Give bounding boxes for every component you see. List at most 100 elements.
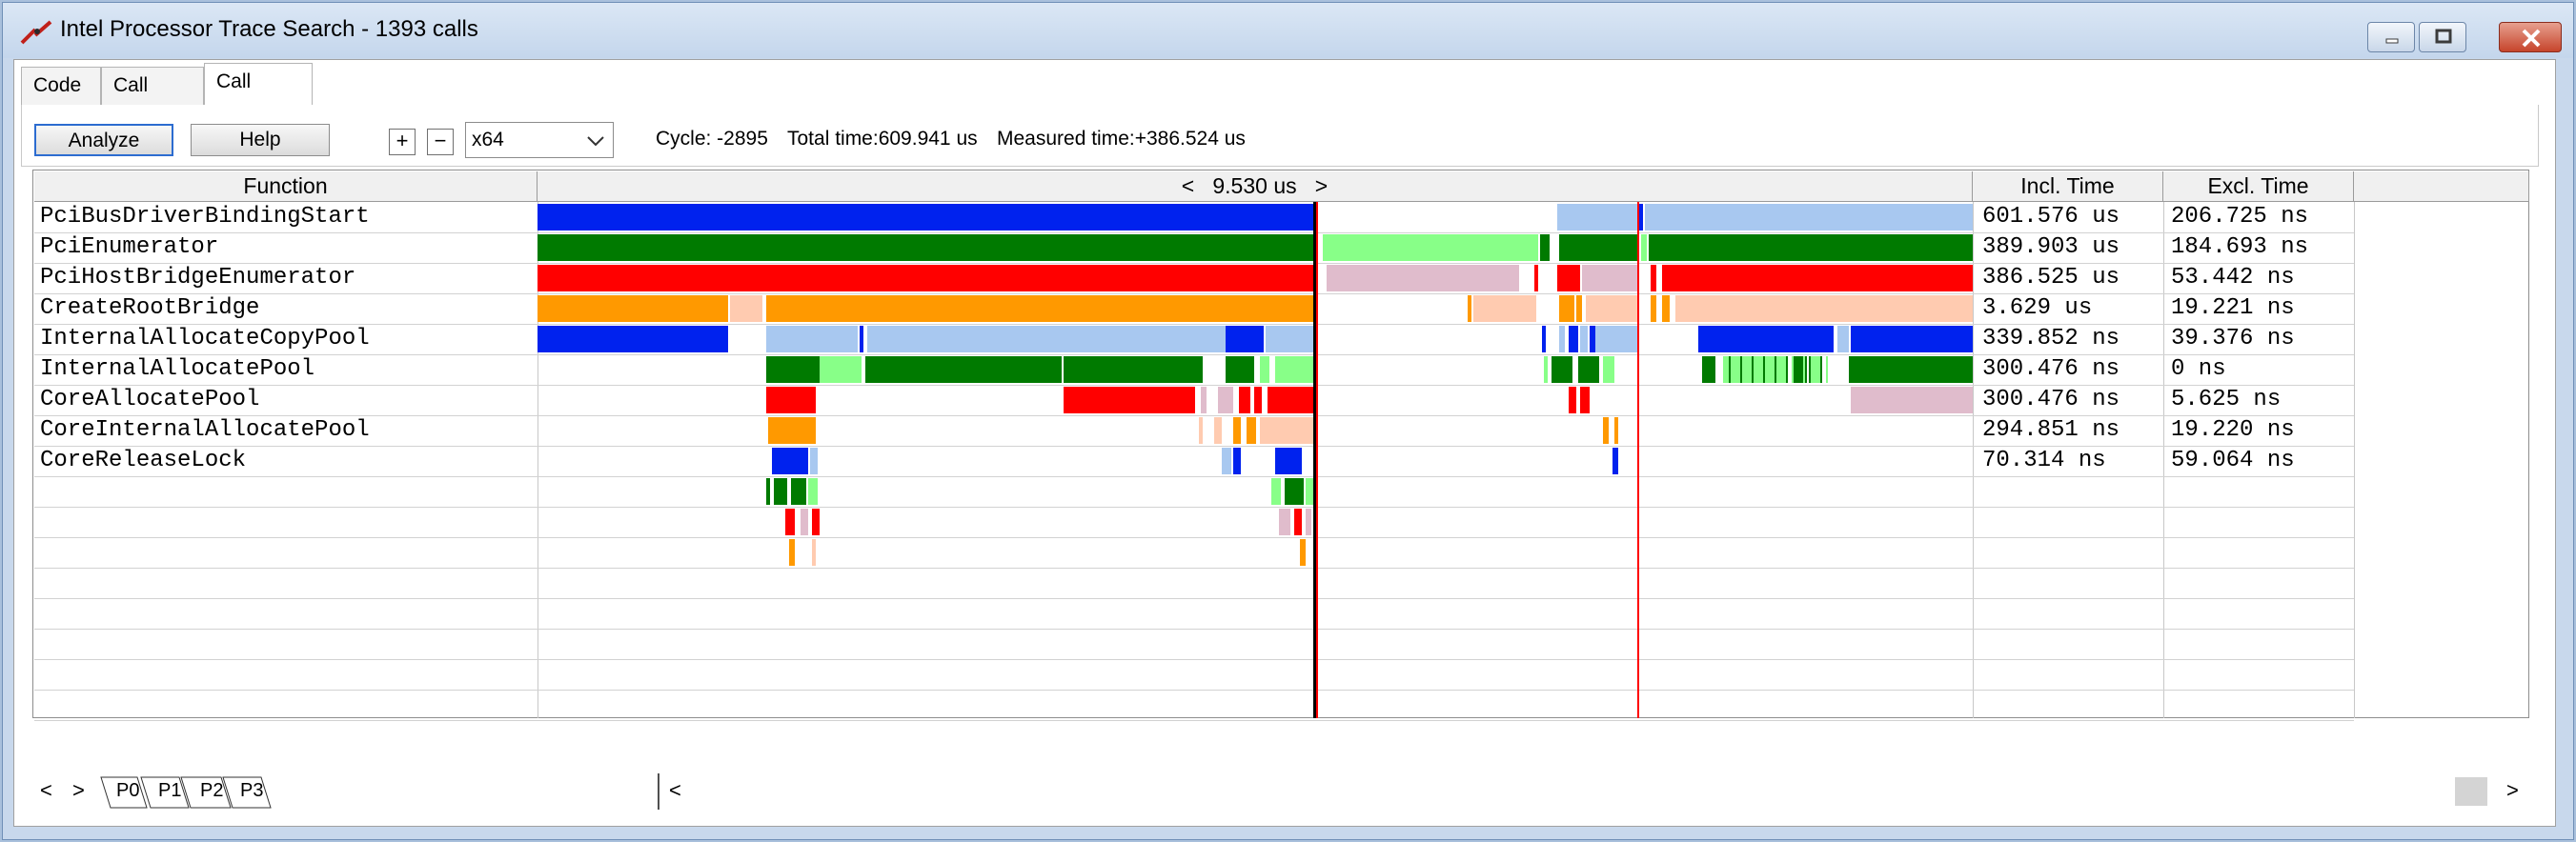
- minimize-button[interactable]: [2367, 22, 2415, 52]
- next-processor-button[interactable]: >: [72, 773, 85, 808]
- call-bar[interactable]: [810, 448, 818, 474]
- call-bar[interactable]: [1201, 387, 1207, 413]
- call-bar[interactable]: [1569, 326, 1578, 352]
- processor-tab-p0[interactable]: P0: [116, 773, 139, 808]
- call-bar[interactable]: [766, 295, 1313, 322]
- call-bar[interactable]: [808, 478, 818, 505]
- call-bar[interactable]: [1323, 234, 1538, 261]
- call-bar[interactable]: [538, 295, 728, 322]
- call-bar[interactable]: [1757, 356, 1759, 383]
- call-bar[interactable]: [1064, 356, 1203, 383]
- call-bar[interactable]: [1534, 265, 1538, 291]
- call-bar[interactable]: [860, 326, 863, 352]
- call-bar[interactable]: [1214, 417, 1222, 444]
- call-bar[interactable]: [1780, 356, 1782, 383]
- analyze-button[interactable]: Analyze: [34, 124, 173, 156]
- call-bar[interactable]: [1849, 356, 1973, 383]
- call-bar[interactable]: [1723, 356, 1786, 383]
- call-bar[interactable]: [1279, 509, 1290, 535]
- call-bar[interactable]: [1542, 326, 1546, 352]
- call-bar[interactable]: [1306, 478, 1313, 505]
- call-bar[interactable]: [1247, 417, 1256, 444]
- call-bar[interactable]: [1613, 448, 1618, 474]
- header-function[interactable]: Function: [34, 171, 538, 202]
- call-bar[interactable]: [1222, 448, 1231, 474]
- scroll-right-button[interactable]: >: [2506, 773, 2519, 808]
- call-bar[interactable]: [1275, 356, 1313, 383]
- call-chart-timeline[interactable]: [538, 202, 1973, 718]
- call-bar[interactable]: [1651, 265, 1656, 291]
- call-bar[interactable]: [1590, 326, 1595, 352]
- call-bar[interactable]: [1544, 356, 1548, 383]
- call-bar[interactable]: [1275, 448, 1302, 474]
- call-bar[interactable]: [538, 326, 728, 352]
- call-bar[interactable]: [1580, 326, 1588, 352]
- call-bar[interactable]: [1641, 234, 1647, 261]
- zoom-out-button[interactable]: −: [427, 129, 454, 155]
- call-bar[interactable]: [1218, 387, 1233, 413]
- call-bar[interactable]: [1786, 356, 1788, 383]
- tab-call-chart[interactable]: Call Chart: [204, 63, 313, 129]
- tab-code[interactable]: Code: [21, 67, 101, 105]
- call-bar[interactable]: [812, 539, 816, 566]
- call-bar[interactable]: [1260, 356, 1269, 383]
- prev-processor-button[interactable]: <: [40, 773, 52, 808]
- call-bar[interactable]: [1599, 326, 1639, 352]
- call-bar[interactable]: [1651, 295, 1656, 322]
- call-bar[interactable]: [1260, 417, 1313, 444]
- processor-tab-p1[interactable]: P1: [158, 773, 181, 808]
- call-bar[interactable]: [766, 326, 858, 352]
- call-bar[interactable]: [1851, 326, 1973, 352]
- call-bar[interactable]: [1268, 387, 1313, 413]
- tab-call-tree[interactable]: Call Tree: [101, 67, 204, 132]
- call-bar[interactable]: [1740, 356, 1742, 383]
- call-bar[interactable]: [1233, 448, 1241, 474]
- call-bar[interactable]: [1576, 295, 1582, 322]
- call-bar[interactable]: [766, 356, 820, 383]
- call-bar[interactable]: [1294, 509, 1302, 535]
- call-bar[interactable]: [1285, 478, 1304, 505]
- call-bar[interactable]: [1734, 356, 1736, 383]
- call-bar[interactable]: [1775, 356, 1776, 383]
- scrollbar-thumb[interactable]: [2455, 777, 2487, 806]
- close-button[interactable]: [2499, 22, 2562, 52]
- call-bar[interactable]: [766, 478, 770, 505]
- call-bar[interactable]: [1809, 356, 1811, 383]
- call-bar[interactable]: [1468, 295, 1471, 322]
- call-bar[interactable]: [1239, 387, 1250, 413]
- call-bar[interactable]: [1580, 387, 1590, 413]
- call-bar[interactable]: [820, 356, 862, 383]
- call-bar[interactable]: [1698, 326, 1834, 352]
- call-bar[interactable]: [1792, 356, 1794, 383]
- call-bar[interactable]: [1851, 387, 1973, 413]
- call-bar[interactable]: [1645, 204, 1973, 231]
- zoom-in-button[interactable]: +: [389, 129, 416, 155]
- call-bar[interactable]: [1300, 539, 1306, 566]
- call-bar[interactable]: [1233, 417, 1241, 444]
- horizontal-scrollbar[interactable]: < >: [658, 773, 2531, 810]
- call-bar[interactable]: [766, 387, 816, 413]
- call-bar[interactable]: [768, 417, 816, 444]
- call-bar[interactable]: [1468, 265, 1519, 291]
- call-bar[interactable]: [1662, 295, 1670, 322]
- call-bar[interactable]: [1752, 356, 1754, 383]
- call-bar[interactable]: [1763, 356, 1765, 383]
- call-bar[interactable]: [785, 509, 795, 535]
- call-bar[interactable]: [1815, 356, 1816, 383]
- call-bar[interactable]: [1820, 356, 1822, 383]
- call-bar[interactable]: [1226, 356, 1254, 383]
- maximize-button[interactable]: [2419, 22, 2466, 52]
- call-bar[interactable]: [1826, 356, 1828, 383]
- call-bar[interactable]: [1582, 265, 1639, 291]
- call-bar[interactable]: [772, 448, 808, 474]
- call-bar[interactable]: [1557, 265, 1580, 291]
- call-bar[interactable]: [1586, 295, 1639, 322]
- call-bar[interactable]: [1254, 387, 1262, 413]
- processor-tab-p3[interactable]: P3: [240, 773, 263, 808]
- call-bar[interactable]: [538, 234, 1313, 261]
- call-bar[interactable]: [538, 265, 1313, 291]
- call-bar[interactable]: [867, 326, 1229, 352]
- call-bar[interactable]: [1803, 356, 1805, 383]
- header-excl-time[interactable]: Excl. Time: [2163, 171, 2354, 202]
- call-bar[interactable]: [1327, 265, 1468, 291]
